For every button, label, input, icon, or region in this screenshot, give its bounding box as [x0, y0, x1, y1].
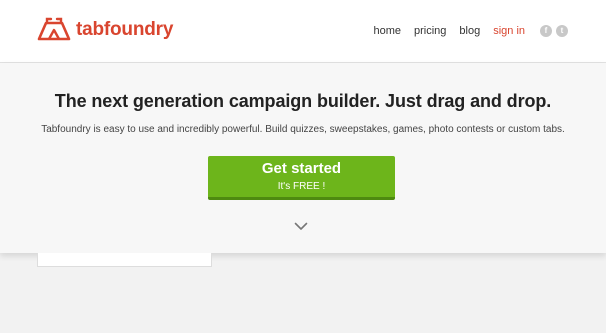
get-started-sublabel: It's FREE ! [277, 181, 326, 192]
chevron-down-icon[interactable] [294, 222, 308, 231]
brand-logo[interactable]: tabfoundry [37, 17, 173, 41]
facebook-icon[interactable]: f [540, 25, 552, 37]
main-nav: home pricing blog sign in f t [373, 24, 568, 38]
social-links: f t [540, 25, 568, 37]
get-started-label: Get started [261, 160, 342, 177]
site-header: tabfoundry home pricing blog sign in f t [0, 0, 606, 63]
tabfoundry-logo-icon [37, 17, 71, 41]
twitter-icon[interactable]: t [556, 25, 568, 37]
hero-headline: The next generation campaign builder. Ju… [54, 91, 552, 111]
nav-pricing[interactable]: pricing [414, 24, 446, 38]
hero-subline: Tabfoundry is easy to use and incredibly… [41, 124, 565, 135]
content-card [37, 253, 212, 267]
get-started-button[interactable]: Get started It's FREE ! [208, 156, 395, 200]
brand-name: tabfoundry [76, 18, 174, 40]
nav-home[interactable]: home [373, 24, 401, 38]
nav-blog[interactable]: blog [459, 24, 480, 38]
nav-sign-in[interactable]: sign in [493, 24, 525, 38]
hero-section: The next generation campaign builder. Ju… [0, 63, 606, 253]
